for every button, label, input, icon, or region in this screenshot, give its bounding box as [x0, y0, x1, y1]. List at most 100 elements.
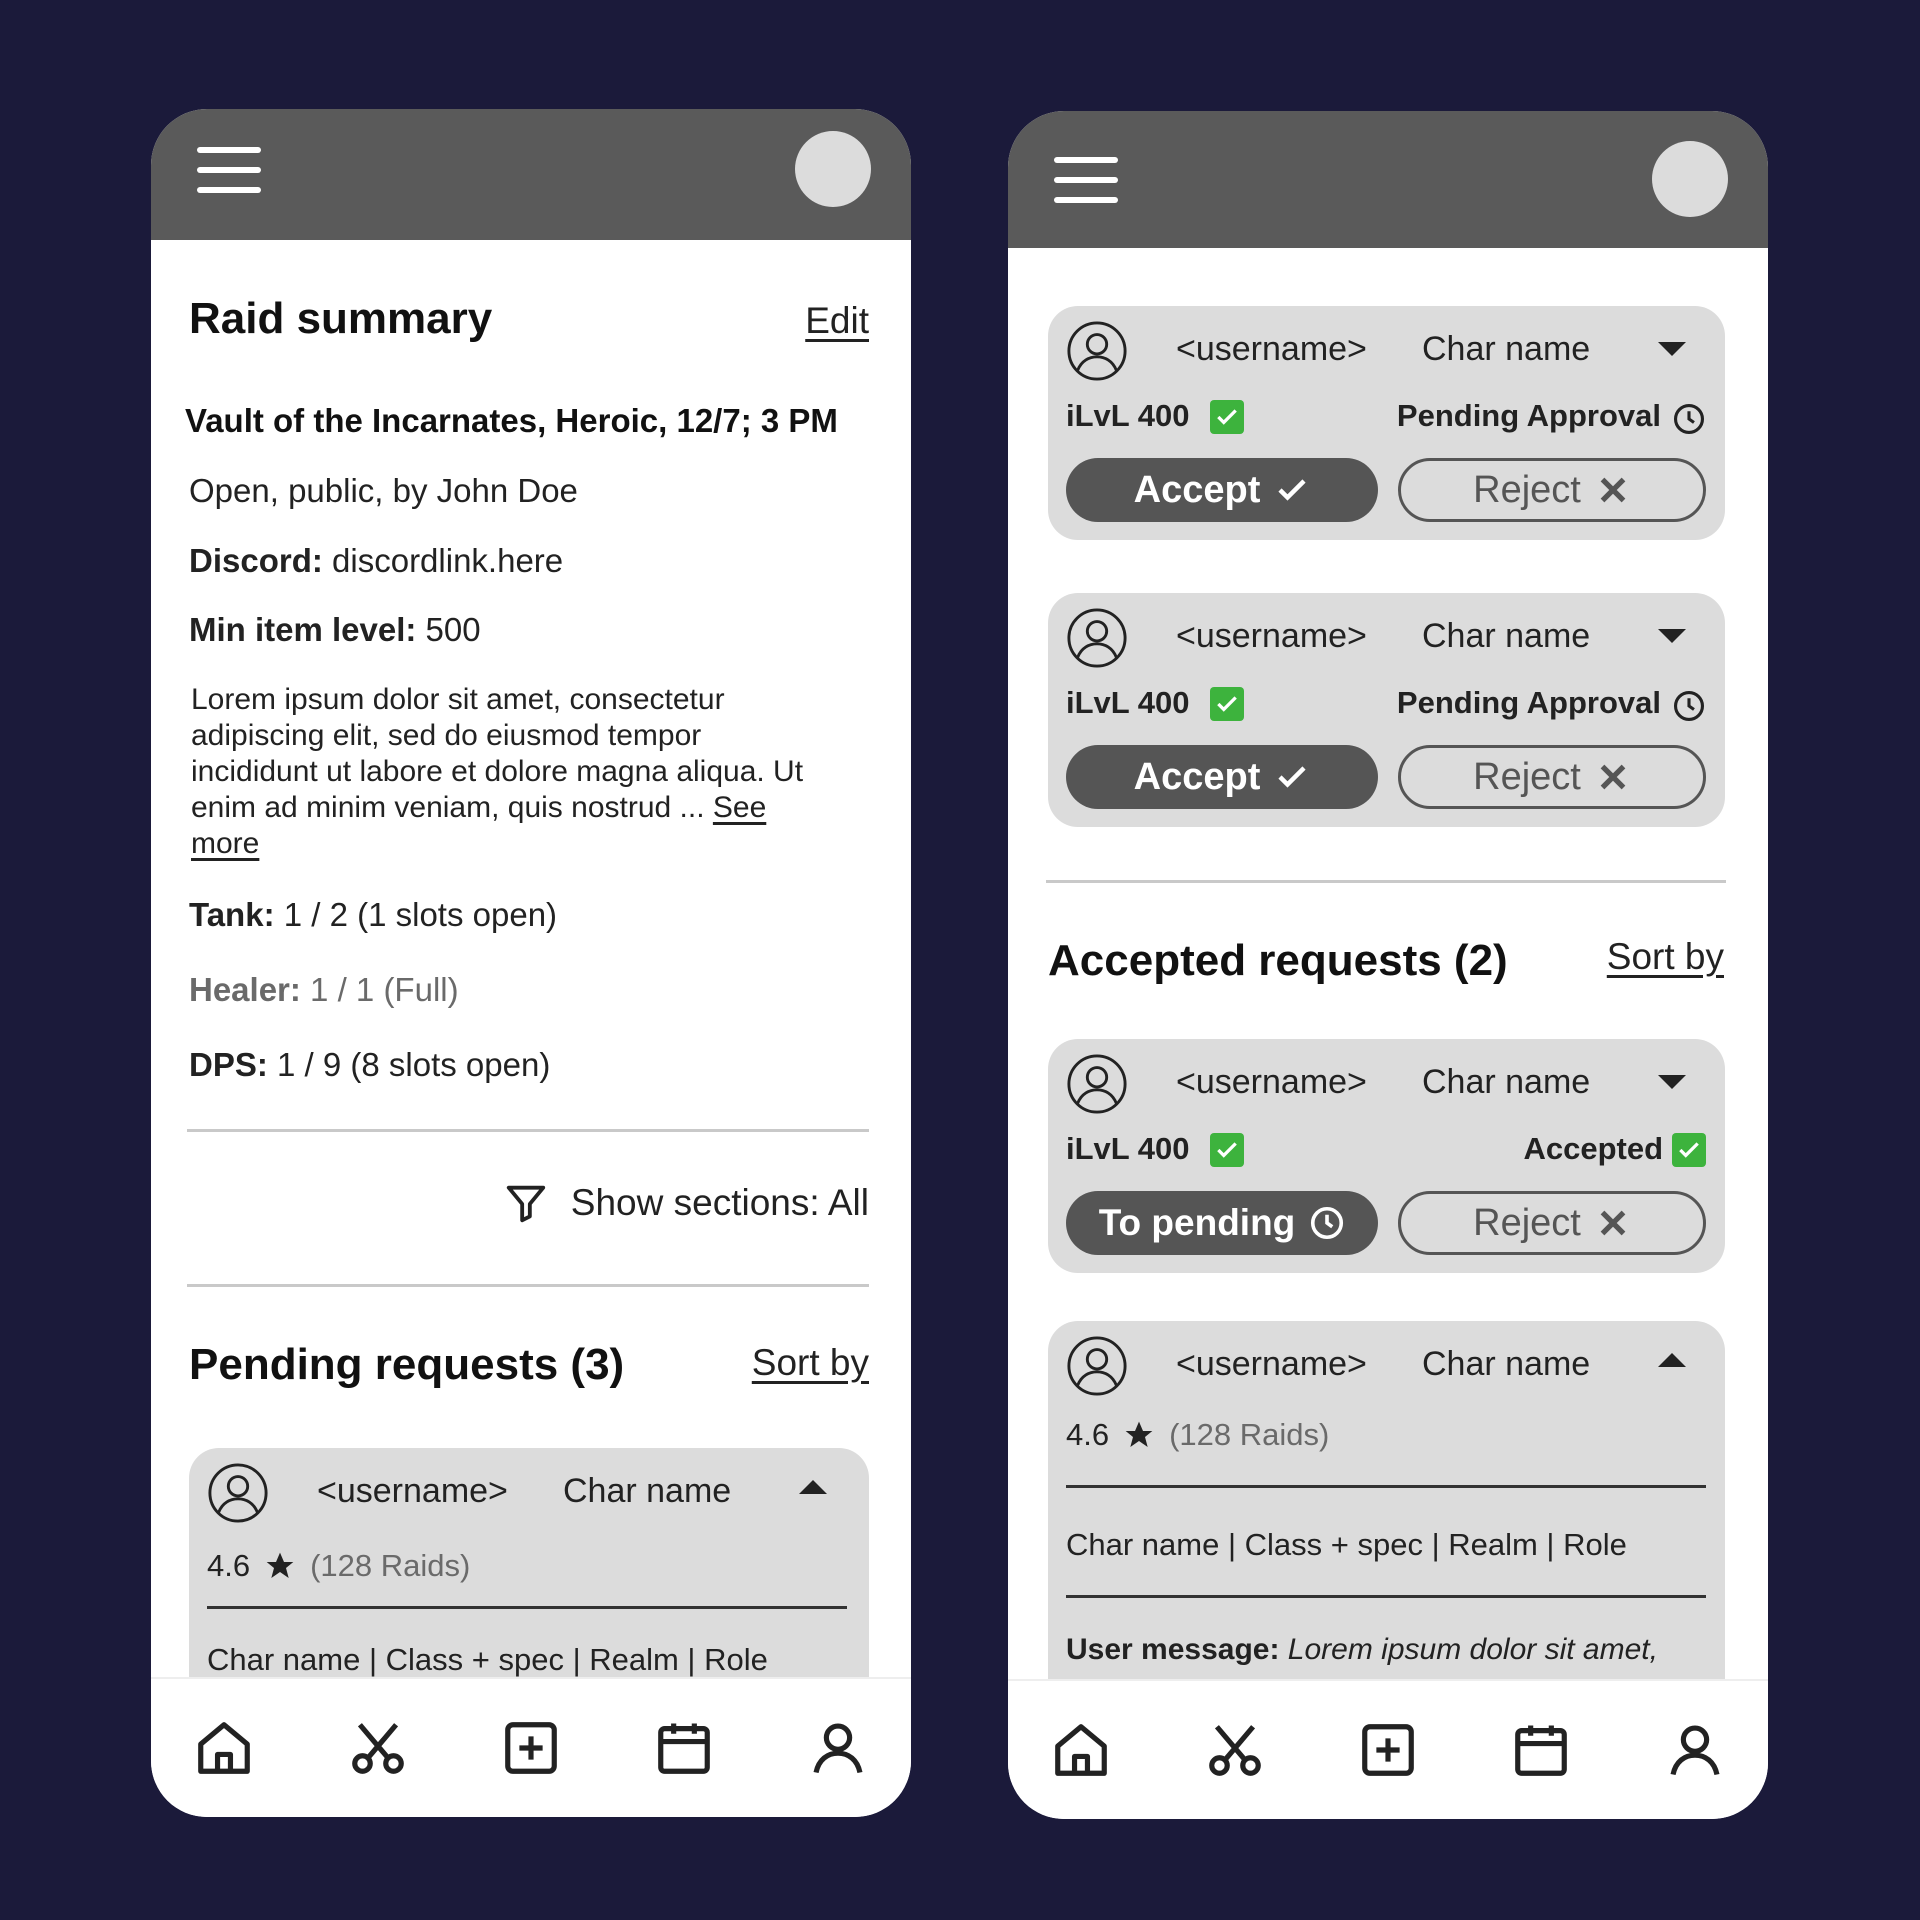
close-icon: [1600, 764, 1626, 790]
username: <username>: [1176, 1345, 1367, 1383]
filter-icon: [506, 1185, 545, 1223]
tank-slots: Tank: 1 / 2 (1 slots open): [189, 896, 557, 934]
clock-icon: [1311, 1206, 1344, 1240]
reject-button[interactable]: Reject: [1398, 1191, 1706, 1255]
healer-label: Healer:: [189, 971, 301, 1008]
expand-caret-icon[interactable]: [1658, 629, 1686, 643]
discord-info: Discord: discordlink.here: [189, 542, 563, 580]
reject-button[interactable]: Reject: [1398, 745, 1706, 809]
user-message: User message: Lorem ipsum dolor sit amet…: [1066, 1633, 1658, 1667]
request-card-pending[interactable]: <username> Char name iLvL 400 Pending Ap…: [1048, 306, 1725, 540]
reject-label: Reject: [1473, 1201, 1581, 1244]
check-mark-icon: [1278, 766, 1306, 788]
dps-label: DPS:: [189, 1046, 268, 1083]
add-square-icon[interactable]: [1357, 1719, 1419, 1781]
avatar[interactable]: [1652, 141, 1728, 217]
check-icon: [1672, 1133, 1706, 1167]
request-card-expanded[interactable]: <username> Char name 4.6 (128 Raids) Cha…: [189, 1448, 869, 1677]
reject-label: Reject: [1473, 468, 1581, 511]
item-level: iLvL 400: [1066, 1131, 1190, 1166]
character-details: Char name | Class + spec | Realm | Role: [1066, 1527, 1627, 1562]
hamburger-menu-icon[interactable]: [197, 147, 261, 193]
close-icon: [1600, 477, 1626, 503]
profile-icon[interactable]: [1664, 1719, 1726, 1781]
check-icon: [1210, 1133, 1244, 1167]
star-icon: [1125, 1421, 1153, 1447]
profile-icon[interactable]: [807, 1717, 869, 1779]
check-mark-icon: [1278, 479, 1306, 501]
user-avatar-icon: [1066, 320, 1128, 382]
calendar-icon[interactable]: [653, 1717, 715, 1779]
description-line: adipiscing elit, sed do eiusmod tempor: [191, 719, 702, 752]
description-line: enim ad minim veniam, quis nostrud ... S…: [191, 791, 766, 825]
char-name: Char name: [1422, 617, 1591, 655]
clock-icon: [1673, 403, 1705, 435]
expand-caret-icon[interactable]: [1658, 1075, 1686, 1089]
requests-content: <username> Char name iLvL 400 Pending Ap…: [1008, 248, 1768, 1685]
accept-label: Accept: [1133, 468, 1261, 511]
user-avatar-icon: [207, 1462, 269, 1524]
description-text: enim ad minim veniam, quis nostrud ...: [191, 791, 713, 824]
bottom-navigation: [151, 1677, 911, 1817]
username: <username>: [317, 1472, 508, 1510]
hamburger-menu-icon[interactable]: [1054, 157, 1118, 203]
status-label: Pending Approval: [1396, 685, 1661, 720]
calendar-icon[interactable]: [1510, 1719, 1572, 1781]
to-pending-label: To pending: [1098, 1202, 1296, 1243]
user-rating: 4.6 (128 Raids): [207, 1548, 470, 1584]
pending-requests-title: Pending requests (3): [189, 1340, 625, 1389]
sort-by-link[interactable]: Sort by: [752, 1342, 869, 1384]
username: <username>: [1176, 1063, 1367, 1101]
scissors-icon[interactable]: [347, 1717, 409, 1779]
scissors-icon[interactable]: [1204, 1719, 1266, 1781]
discord-label: Discord:: [189, 542, 323, 579]
min-ilvl-label: Min item level:: [189, 611, 417, 648]
raid-count: (128 Raids): [1169, 1417, 1330, 1452]
rating-value: 4.6: [207, 1548, 251, 1583]
request-card-accepted[interactable]: <username> Char name iLvL 400 Accepted T…: [1048, 1039, 1725, 1273]
see-more-link[interactable]: more: [191, 827, 259, 861]
dps-value: 1 / 9 (8 slots open): [267, 1046, 551, 1083]
card-divider: [207, 1606, 847, 1609]
tank-label: Tank:: [189, 896, 275, 933]
collapse-caret-icon[interactable]: [1658, 1353, 1686, 1367]
username: <username>: [1176, 330, 1367, 368]
min-ilvl-value: 500: [416, 611, 481, 648]
user-rating: 4.6 (128 Raids): [1066, 1417, 1329, 1453]
min-item-level: Min item level: 500: [189, 611, 481, 649]
char-name: Char name: [1422, 1063, 1591, 1101]
edit-link[interactable]: Edit: [805, 300, 869, 342]
accept-button[interactable]: Accept: [1066, 458, 1378, 522]
bottom-navigation: [1008, 1679, 1768, 1819]
character-details: Char name | Class + spec | Realm | Role: [207, 1642, 768, 1677]
dps-slots: DPS: 1 / 9 (8 slots open): [189, 1046, 550, 1084]
status-label: Pending Approval: [1396, 398, 1661, 433]
clock-icon: [1673, 690, 1705, 722]
see-more-link[interactable]: See: [713, 791, 766, 824]
raid-visibility: Open, public, by John Doe: [189, 472, 578, 509]
discord-link[interactable]: discordlink.here: [323, 542, 563, 579]
avatar[interactable]: [795, 131, 871, 207]
char-name: Char name: [1422, 330, 1591, 368]
home-icon[interactable]: [1050, 1719, 1112, 1781]
expand-caret-icon[interactable]: [1658, 342, 1686, 356]
accept-button[interactable]: Accept: [1066, 745, 1378, 809]
check-icon: [1210, 400, 1244, 434]
sort-by-link[interactable]: Sort by: [1607, 936, 1724, 978]
description-line: incididunt ut labore et dolore magna ali…: [191, 755, 804, 788]
request-card-expanded[interactable]: <username> Char name 4.6 (128 Raids) Cha…: [1048, 1321, 1725, 1685]
divider: [187, 1284, 869, 1287]
user-message-text: Lorem ipsum dolor sit amet,: [1279, 1633, 1658, 1666]
check-icon: [1210, 687, 1244, 721]
username: <username>: [1176, 617, 1367, 655]
tank-value: 1 / 2 (1 slots open): [274, 896, 558, 933]
show-sections-label: Show sections: All: [570, 1182, 869, 1223]
reject-button[interactable]: Reject: [1398, 458, 1706, 522]
collapse-caret-icon[interactable]: [799, 1480, 827, 1494]
show-sections-filter[interactable]: Show sections: All: [503, 1180, 869, 1226]
close-icon: [1600, 1210, 1626, 1236]
add-square-icon[interactable]: [500, 1717, 562, 1779]
home-icon[interactable]: [193, 1717, 255, 1779]
to-pending-button[interactable]: To pending: [1066, 1191, 1378, 1255]
request-card-pending[interactable]: <username> Char name iLvL 400 Pending Ap…: [1048, 593, 1725, 827]
